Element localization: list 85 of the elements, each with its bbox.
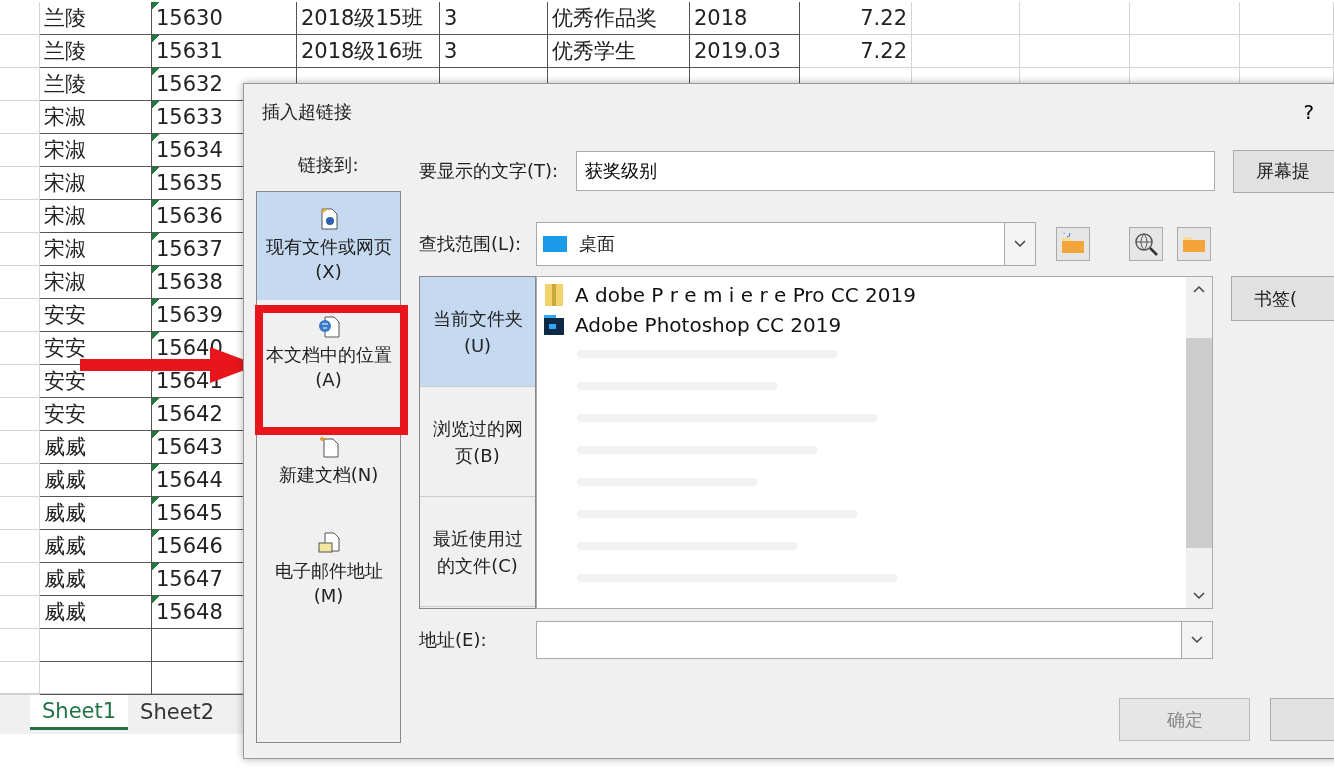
table-cell: 威威 <box>40 596 152 629</box>
dialog-title: 插入超链接 <box>262 99 352 124</box>
table-cell <box>0 101 40 134</box>
new-document-icon <box>317 436 340 459</box>
table-cell: 威威 <box>40 497 152 530</box>
table-cell <box>0 629 40 662</box>
bookmark-button[interactable]: 书签( <box>1231 276 1334 321</box>
table-cell <box>0 299 40 332</box>
table-cell <box>0 497 40 530</box>
table-cell <box>0 530 40 563</box>
table-cell: 2018级16班 <box>297 35 440 68</box>
browse-file-button[interactable] <box>1177 227 1211 261</box>
table-cell: 15630 <box>152 2 297 35</box>
table-cell <box>0 167 40 200</box>
table-cell <box>0 365 40 398</box>
table-cell <box>0 332 40 365</box>
desktop-icon <box>543 235 567 253</box>
scrollbar[interactable] <box>1186 277 1212 608</box>
table-cell: 威威 <box>40 530 152 563</box>
table-cell: 威威 <box>40 464 152 497</box>
table-cell: 兰陵 <box>40 35 152 68</box>
chevron-down-icon <box>1014 240 1026 248</box>
table-cell: 宋淑 <box>40 101 152 134</box>
table-cell: 宋淑 <box>40 233 152 266</box>
table-cell: 优秀学生 <box>548 35 690 68</box>
table-cell <box>0 200 40 233</box>
up-folder-button[interactable] <box>1056 227 1090 261</box>
table-cell <box>0 68 40 101</box>
table-cell: 7.22 <box>800 35 912 68</box>
table-cell: 兰陵 <box>40 68 152 101</box>
table-cell: 宋淑 <box>40 134 152 167</box>
chevron-down-icon <box>1191 636 1203 644</box>
table-cell <box>0 431 40 464</box>
table-cell: 安安 <box>40 398 152 431</box>
table-cell: 宋淑 <box>40 266 152 299</box>
table-cell: 3 <box>440 2 548 35</box>
table-cell <box>0 596 40 629</box>
table-cell: 威威 <box>40 431 152 464</box>
field-label: 查找范围(L): <box>419 232 523 256</box>
table-cell: 7.22 <box>800 2 912 35</box>
field-label: 要显示的文字(T): <box>419 159 560 183</box>
table-cell: 宋淑 <box>40 200 152 233</box>
zip-folder-icon <box>543 283 565 307</box>
table-cell <box>0 464 40 497</box>
table-cell <box>0 35 40 68</box>
screen-tip-button[interactable]: 屏幕提 <box>1233 149 1334 193</box>
browse-web-button[interactable] <box>1129 227 1163 261</box>
table-cell: 15631 <box>152 35 297 68</box>
folder-icon <box>1060 233 1086 255</box>
table-cell <box>0 563 40 596</box>
document-globe-icon <box>318 207 339 230</box>
file-item[interactable]: A dobe P r e m i e r e Pro CC 2019 <box>537 280 1186 310</box>
browse-tab[interactable]: 当前文件夹(U) <box>420 277 535 387</box>
table-cell: 安安 <box>40 299 152 332</box>
table-cell: 2019.03 <box>690 35 800 68</box>
table-cell <box>0 233 40 266</box>
table-cell: 3 <box>440 35 548 68</box>
file-item[interactable]: Adobe Photoshop CC 2019 <box>537 310 1186 340</box>
app-folder-icon <box>543 314 565 336</box>
address-field[interactable] <box>536 621 1213 659</box>
sheet-tab[interactable]: Sheet1 <box>30 694 129 730</box>
table-cell: 2018 <box>690 2 800 35</box>
globe-search-icon <box>1133 231 1159 257</box>
display-text-field[interactable]: 获奖级别 <box>576 151 1215 191</box>
field-label: 地址(E): <box>419 628 488 652</box>
link-to-label: 链接到: <box>298 153 359 177</box>
table-cell <box>0 398 40 431</box>
table-cell: 威威 <box>40 563 152 596</box>
table-cell: 宋淑 <box>40 167 152 200</box>
table-cell: 2018级15班 <box>297 2 440 35</box>
folder-icon <box>1181 234 1207 254</box>
document-globe-icon <box>317 315 340 338</box>
link-type-item[interactable]: 现有文件或网页(X) <box>257 192 400 300</box>
look-in-dropdown[interactable]: 桌面 <box>536 222 1036 266</box>
table-cell: 兰陵 <box>40 2 152 35</box>
table-cell <box>0 266 40 299</box>
chevron-up-icon <box>1193 285 1205 293</box>
table-cell <box>0 2 40 35</box>
document-envelope-icon <box>317 531 340 554</box>
table-cell: 优秀作品奖 <box>548 2 690 35</box>
table-cell <box>0 134 40 167</box>
cancel-button[interactable] <box>1270 698 1334 741</box>
help-button[interactable]: ? <box>1303 99 1314 124</box>
chevron-down-icon <box>1193 592 1205 600</box>
sheet-tab[interactable]: Sheet2 <box>128 694 227 730</box>
